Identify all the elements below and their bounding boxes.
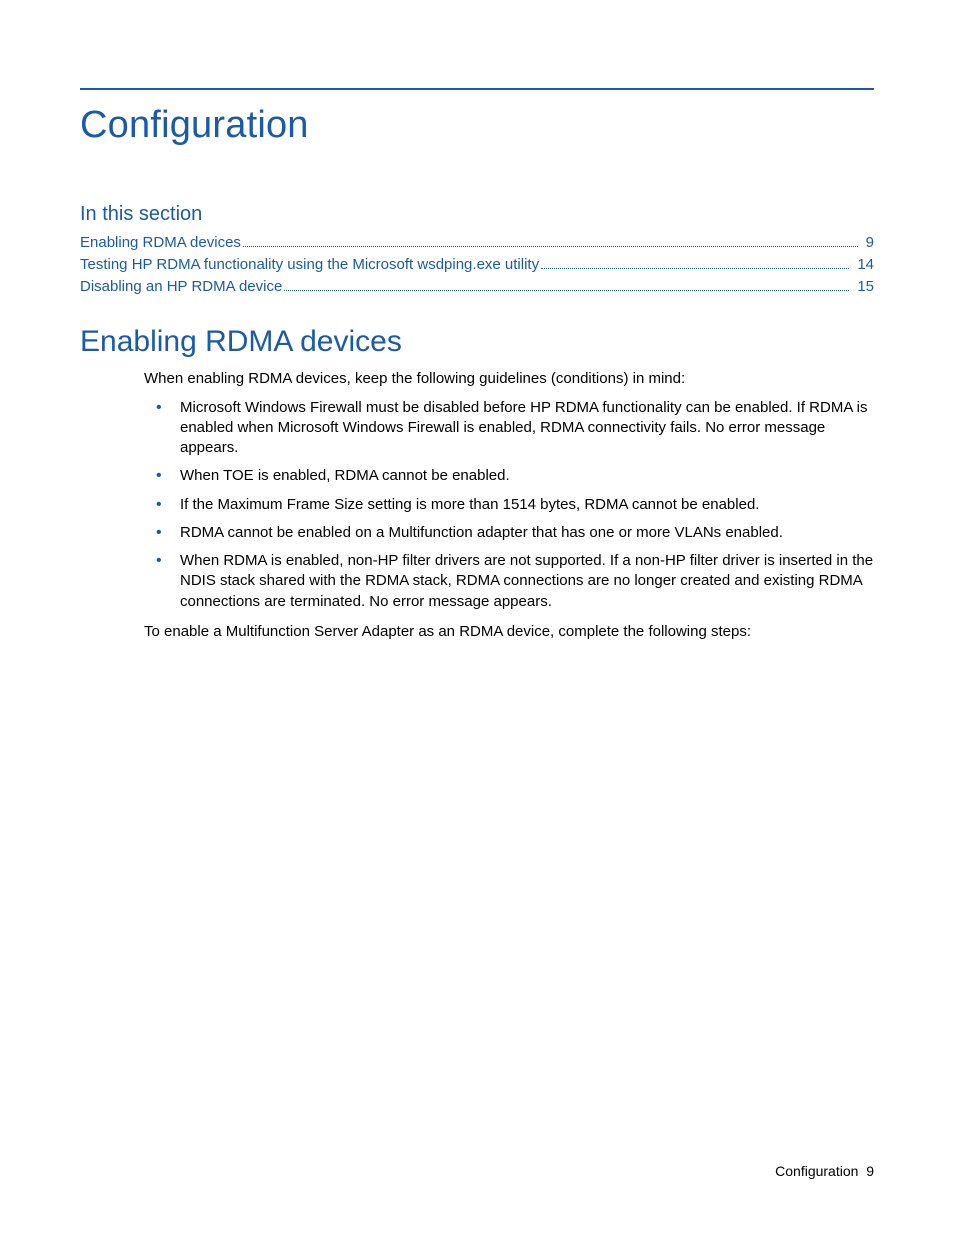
list-item: When RDMA is enabled, non-HP filter driv…: [144, 551, 874, 612]
toc-label: Testing HP RDMA functionality using the …: [80, 254, 539, 276]
toc-leader: [284, 278, 849, 290]
toc-page: 14: [853, 254, 874, 276]
top-rule: [80, 88, 874, 90]
toc-row[interactable]: Disabling an HP RDMA device 15: [80, 276, 874, 298]
section-label: In this section: [80, 203, 874, 226]
toc: Enabling RDMA devices 9 Testing HP RDMA …: [80, 232, 874, 297]
bullet-list: Microsoft Windows Firewall must be disab…: [144, 398, 874, 612]
toc-row[interactable]: Testing HP RDMA functionality using the …: [80, 254, 874, 276]
page: Configuration In this section Enabling R…: [0, 0, 954, 1235]
footer-page-number: 9: [866, 1163, 874, 1179]
body-text: When enabling RDMA devices, keep the fol…: [144, 369, 874, 642]
page-footer: Configuration 9: [775, 1163, 874, 1179]
toc-page: 9: [862, 232, 874, 254]
outro-paragraph: To enable a Multifunction Server Adapter…: [144, 622, 874, 642]
toc-leader: [243, 235, 858, 247]
page-title: Configuration: [80, 104, 874, 147]
toc-page: 15: [853, 276, 874, 298]
section-heading: Enabling RDMA devices: [80, 325, 874, 359]
toc-label: Enabling RDMA devices: [80, 232, 241, 254]
list-item: RDMA cannot be enabled on a Multifunctio…: [144, 523, 874, 543]
list-item: When TOE is enabled, RDMA cannot be enab…: [144, 466, 874, 486]
toc-label: Disabling an HP RDMA device: [80, 276, 282, 298]
toc-leader: [541, 257, 849, 269]
list-item: Microsoft Windows Firewall must be disab…: [144, 398, 874, 459]
footer-label: Configuration: [775, 1163, 858, 1179]
intro-paragraph: When enabling RDMA devices, keep the fol…: [144, 369, 874, 389]
list-item: If the Maximum Frame Size setting is mor…: [144, 495, 874, 515]
toc-row[interactable]: Enabling RDMA devices 9: [80, 232, 874, 254]
